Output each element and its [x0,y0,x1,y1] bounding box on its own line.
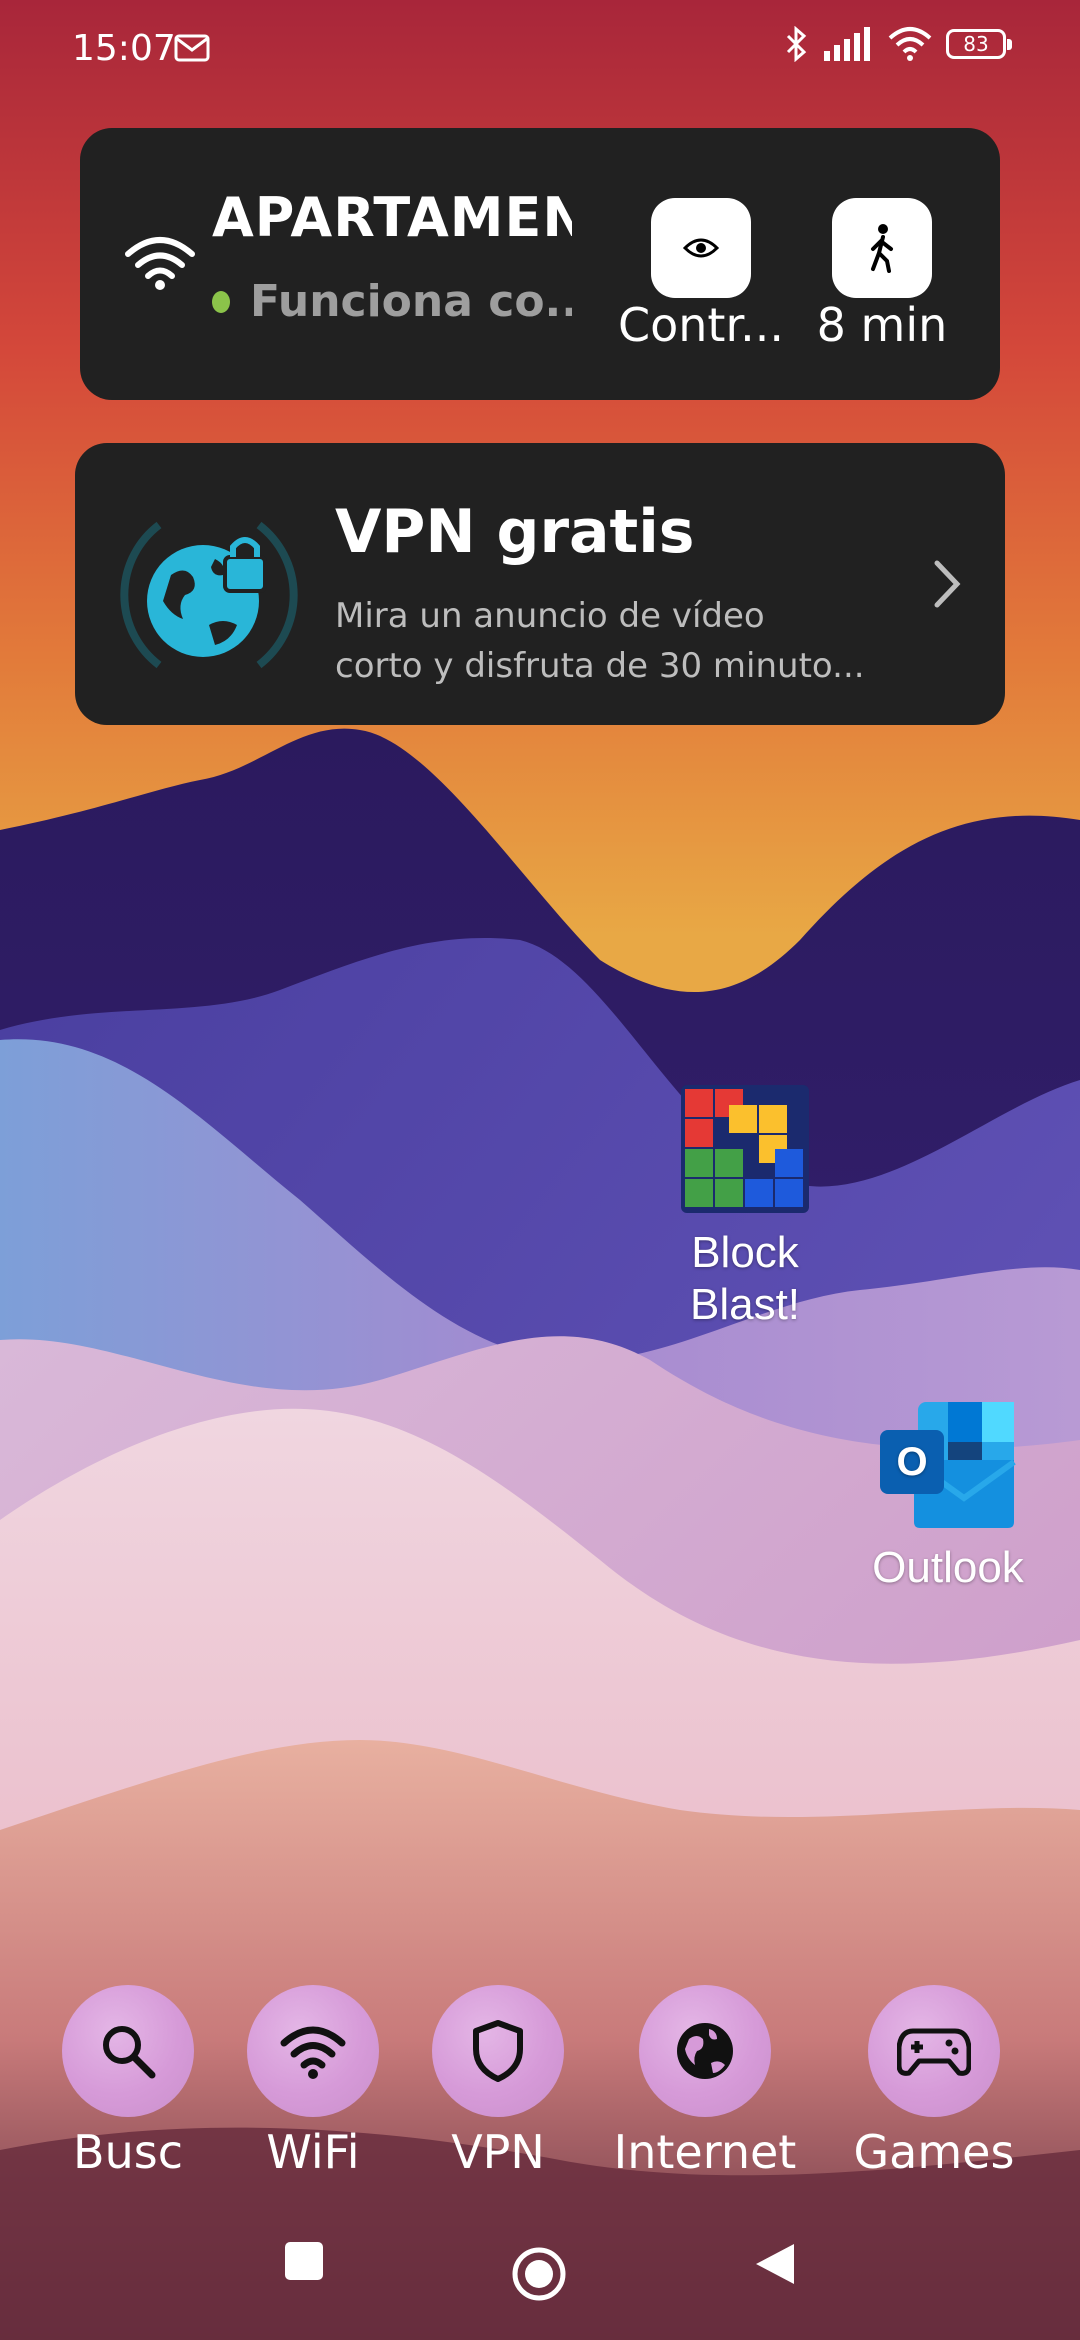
walk-icon [871,224,893,273]
dock-label: VPN [451,2125,545,2179]
monitor-button[interactable] [651,198,751,298]
dock-label: Busc [73,2125,183,2179]
status-dot [212,290,230,313]
dock-games-button[interactable] [868,1985,1000,2117]
app-label-line2: Blast! [689,1280,801,1329]
dock-label: Internet [613,2125,797,2179]
walk-time-label: 8 min [816,298,948,352]
dock-internet-button[interactable] [639,1985,771,2117]
vpn-widget[interactable]: VPN gratis Mira un anuncio de vídeo cort… [75,443,1005,725]
gamepad-icon [897,2028,971,2076]
block-blast-icon [681,1085,809,1213]
recents-square-icon[interactable] [283,2240,325,2282]
dock-wifi[interactable]: WiFi [213,1985,413,2179]
dock-games[interactable]: Games [834,1985,1034,2179]
eye-icon [683,238,719,258]
svg-text:O: O [896,1440,927,1484]
dock-search-button[interactable] [62,1985,194,2117]
bluetooth-icon [786,26,807,62]
outlook-icon: O [880,1402,1016,1528]
wifi-icon [125,237,195,290]
home-circle-icon[interactable] [511,2246,567,2302]
search-icon [103,2026,156,2079]
wifi-icon [888,27,932,61]
wifi-icon [280,2026,346,2079]
monitor-label: Contr... [617,298,784,352]
shield-icon [473,2020,523,2082]
status-icons: 83 [782,26,1012,62]
back-triangle-icon[interactable] [752,2240,798,2288]
globe-icon [677,2023,733,2079]
chevron-right-icon[interactable] [929,557,965,611]
app-outlook[interactable]: O Outlook [848,1400,1048,1594]
app-block-blast[interactable]: Block Blast! [640,1085,850,1331]
status-time: 15:07 [72,28,176,69]
dock-label: WiFi [266,2125,360,2179]
vpn-description-line2: corto y disfruta de 30 minuto... [335,646,865,686]
vpn-globe-lock-icon [120,521,298,669]
dock-vpn-button[interactable] [432,1985,564,2117]
walk-time-button[interactable] [832,198,932,298]
network-status-text: Funciona co... [250,276,572,327]
wifi-widget[interactable]: APARTAMEN.. Funciona co... Contr... 8 mi… [80,128,1000,400]
vpn-title: VPN gratis [335,497,695,567]
vpn-description-line1: Mira un anuncio de vídeo [335,596,765,636]
dock-search[interactable]: Busc [28,1985,228,2179]
vpn-description: Mira un anuncio de vídeo corto y disfrut… [335,591,895,691]
dock-label: Games [853,2125,1015,2179]
network-status: Funciona co... [212,276,572,327]
dock-internet[interactable]: Internet [605,1985,805,2179]
battery-icon: 83 [946,29,1012,59]
dock-vpn[interactable]: VPN [398,1985,598,2179]
app-label: Outlook [872,1543,1024,1592]
network-name: APARTAMEN.. [212,186,572,249]
outlook-notification-icon [174,34,210,62]
status-bar: 15:07 83 [0,0,1080,100]
dock-wifi-button[interactable] [247,1985,379,2117]
app-label-line1: Block [691,1228,799,1277]
signal-icon [824,27,870,61]
